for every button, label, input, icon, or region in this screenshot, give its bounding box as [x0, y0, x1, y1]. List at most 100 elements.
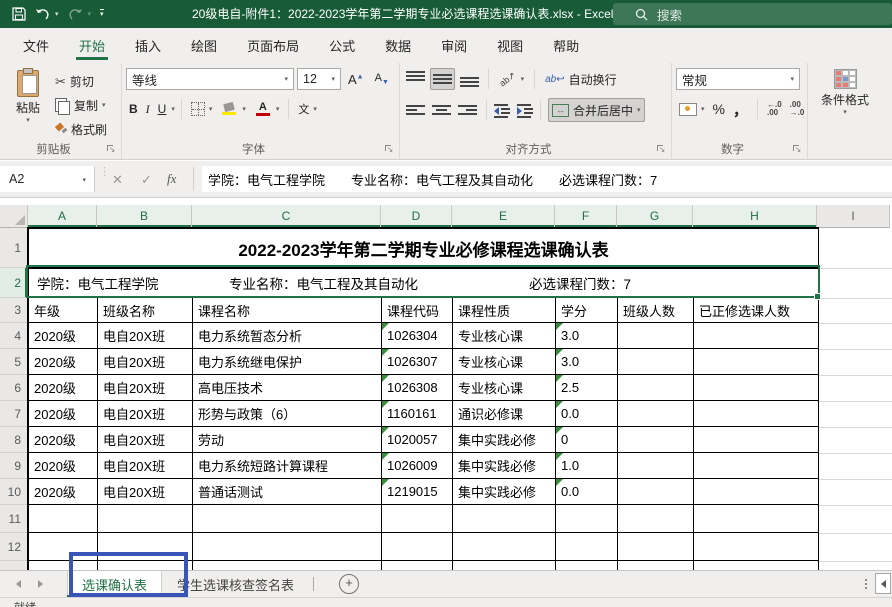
- search-box[interactable]: 搜索: [613, 3, 892, 25]
- cell-r8c3[interactable]: 1020057: [382, 427, 453, 452]
- increase-decimal-button[interactable]: ←.0 .00: [764, 101, 785, 117]
- cell-header-1[interactable]: 班级名称: [98, 298, 193, 322]
- orientation-button[interactable]: ab↗ ▾: [496, 68, 527, 90]
- cell-empty[interactable]: [382, 561, 453, 570]
- cell-r4c1[interactable]: 电自20X班: [98, 323, 193, 348]
- sheet-tab-confirmation[interactable]: 选课确认表: [67, 571, 162, 597]
- cell-empty[interactable]: [453, 533, 556, 560]
- cell-r9c3[interactable]: 1026009: [382, 453, 453, 478]
- column-header-B[interactable]: B: [97, 205, 192, 228]
- cell-r5c5[interactable]: 3.0: [556, 349, 618, 374]
- clipboard-dialog-launcher-icon[interactable]: ↘: [107, 145, 117, 155]
- column-header-H[interactable]: H: [693, 205, 817, 228]
- cell-r7c7[interactable]: [694, 401, 818, 426]
- comma-style-button[interactable]: ，: [730, 98, 751, 120]
- cell-header-6[interactable]: 班级人数: [618, 298, 694, 322]
- cell-empty[interactable]: [453, 561, 556, 570]
- cell-r10c0[interactable]: 2020级: [29, 479, 98, 504]
- cell-r4c2[interactable]: 电力系统暂态分析: [193, 323, 382, 348]
- add-sheet-button[interactable]: +: [339, 574, 359, 594]
- cell-r7c2[interactable]: 形势与政策（6）: [193, 401, 382, 426]
- cell-header-5[interactable]: 学分: [556, 298, 618, 322]
- align-bottom-button[interactable]: [458, 69, 481, 89]
- tab-home[interactable]: 开始: [64, 28, 120, 63]
- copy-button[interactable]: 复制 ▾: [52, 94, 110, 116]
- cell-r4c3[interactable]: 1026304: [382, 323, 453, 348]
- cell-r5c2[interactable]: 电力系统继电保护: [193, 349, 382, 374]
- shrink-font-button[interactable]: A▼: [371, 72, 393, 86]
- row-header-7[interactable]: 7: [0, 401, 28, 427]
- column-header-D[interactable]: D: [381, 205, 452, 228]
- row-header-9[interactable]: 9: [0, 453, 28, 479]
- cell-empty[interactable]: [618, 561, 694, 570]
- accounting-format-button[interactable]: ▾: [676, 98, 708, 120]
- merge-center-button[interactable]: ↔ 合并后居中 ▾: [548, 98, 645, 122]
- hscroll-left-button[interactable]: [875, 573, 891, 594]
- select-all-corner[interactable]: [0, 205, 28, 228]
- cell-r9c1[interactable]: 电自20X班: [98, 453, 193, 478]
- cell-r5c3[interactable]: 1026307: [382, 349, 453, 374]
- number-format-combo[interactable]: 常规 ▾: [676, 68, 800, 90]
- cell-empty[interactable]: [556, 561, 618, 570]
- cell-r7c6[interactable]: [618, 401, 694, 426]
- wrap-text-button[interactable]: ab↩ 自动换行: [542, 68, 620, 90]
- cell-empty[interactable]: [453, 505, 556, 532]
- row-header-4[interactable]: 4: [0, 323, 28, 349]
- underline-caret-icon[interactable]: ▾: [171, 105, 175, 113]
- row-header-6[interactable]: 6: [0, 375, 28, 401]
- phonetic-guide-button[interactable]: 文 ▾: [295, 98, 320, 120]
- cell-r6c4[interactable]: 专业核心课: [453, 375, 556, 400]
- cell-r10c7[interactable]: [694, 479, 818, 504]
- align-left-button[interactable]: [404, 100, 427, 120]
- cell-info-row[interactable]: 学院：电气工程学院专业名称：电气工程及其自动化必选课程门数：7: [29, 269, 818, 297]
- next-sheet-icon[interactable]: [38, 580, 43, 588]
- tab-draw[interactable]: 绘图: [176, 28, 232, 63]
- tab-file[interactable]: 文件: [8, 28, 64, 63]
- underline-button[interactable]: U: [155, 98, 170, 120]
- tab-page-layout[interactable]: 页面布局: [232, 28, 314, 63]
- cell-empty[interactable]: [694, 505, 818, 532]
- cell-r10c4[interactable]: 集中实践必修: [453, 479, 556, 504]
- cell-empty[interactable]: [382, 505, 453, 532]
- save-icon[interactable]: [12, 7, 26, 21]
- align-top-button[interactable]: [404, 69, 427, 89]
- cell-r8c2[interactable]: 劳动: [193, 427, 382, 452]
- row-header-5[interactable]: 5: [0, 349, 28, 375]
- cell-r6c6[interactable]: [618, 375, 694, 400]
- cell-empty[interactable]: [29, 505, 98, 532]
- cell-empty[interactable]: [618, 533, 694, 560]
- tab-data[interactable]: 数据: [370, 28, 426, 63]
- grow-font-button[interactable]: A▲: [344, 72, 368, 87]
- cell-r9c4[interactable]: 集中实践必修: [453, 453, 556, 478]
- increase-indent-icon[interactable]: [517, 103, 533, 117]
- borders-button[interactable]: ▾: [188, 98, 216, 120]
- cell-empty[interactable]: [556, 533, 618, 560]
- cell-r10c3[interactable]: 1219015: [382, 479, 453, 504]
- cell-r6c5[interactable]: 2.5: [556, 375, 618, 400]
- tab-formulas[interactable]: 公式: [314, 28, 370, 63]
- cell-empty[interactable]: [29, 561, 98, 570]
- cell-empty[interactable]: [193, 533, 382, 560]
- cut-button[interactable]: ✂ 剪切: [52, 70, 110, 92]
- cell-r10c6[interactable]: [618, 479, 694, 504]
- column-header-A[interactable]: A: [28, 205, 97, 228]
- decrease-decimal-button[interactable]: .00 →.0: [787, 101, 808, 117]
- cell-r6c3[interactable]: 1026308: [382, 375, 453, 400]
- row-header-10[interactable]: 10: [0, 479, 28, 505]
- cell-empty[interactable]: [193, 505, 382, 532]
- cell-empty[interactable]: [556, 505, 618, 532]
- format-painter-button[interactable]: 格式刷: [52, 118, 110, 140]
- cell-r6c2[interactable]: 高电压技术: [193, 375, 382, 400]
- cell-r8c6[interactable]: [618, 427, 694, 452]
- cell-empty[interactable]: [98, 561, 193, 570]
- cell-r9c5[interactable]: 1.0: [556, 453, 618, 478]
- cell-r7c1[interactable]: 电自20X班: [98, 401, 193, 426]
- paste-button[interactable]: 粘贴 ▾: [4, 68, 52, 140]
- formula-input[interactable]: 学院：电气工程学院 专业名称：电气工程及其自动化 必选课程门数：7: [202, 166, 892, 192]
- row-header-12[interactable]: 12: [0, 533, 28, 561]
- align-middle-button[interactable]: [430, 68, 455, 90]
- column-header-G[interactable]: G: [617, 205, 693, 228]
- row-header-3[interactable]: 3: [0, 298, 28, 323]
- cell-empty[interactable]: [694, 533, 818, 560]
- decrease-indent-icon[interactable]: [494, 103, 510, 117]
